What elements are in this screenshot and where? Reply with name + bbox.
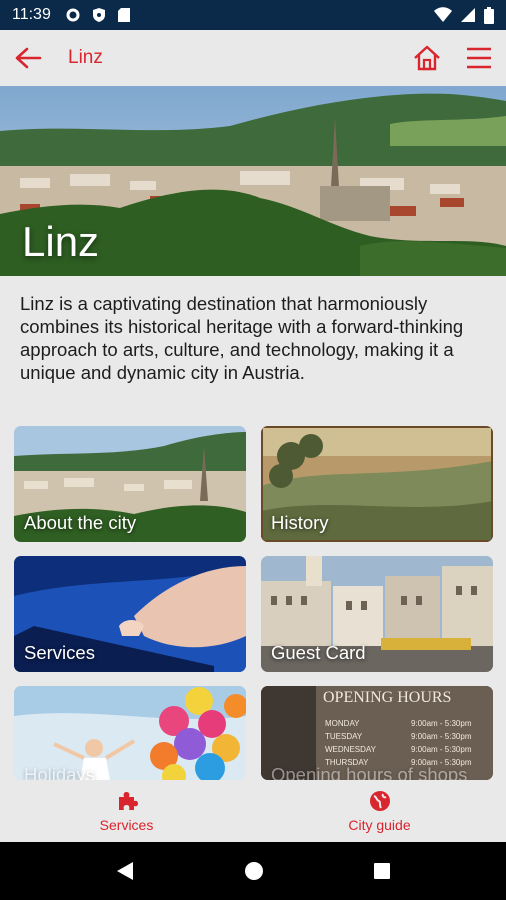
- sign-day: TUESDAY: [325, 732, 363, 741]
- signal-icon: [461, 8, 475, 22]
- system-navigation-bar: [0, 842, 506, 900]
- nav-services[interactable]: Services: [0, 780, 253, 842]
- tile-about-the-city[interactable]: About the city: [14, 426, 246, 542]
- tile-label: Guest Card: [271, 642, 366, 663]
- settings-icon: [66, 8, 80, 22]
- back-triangle-icon[interactable]: [115, 860, 135, 882]
- home-icon[interactable]: [412, 44, 442, 72]
- home-circle-icon[interactable]: [244, 861, 264, 881]
- intro-text: Linz is a captivating destination that h…: [20, 293, 464, 383]
- tile-services[interactable]: Services: [14, 556, 246, 672]
- status-bar: 11:39: [0, 0, 506, 30]
- tile-guest-card[interactable]: Guest Card: [261, 556, 493, 672]
- battery-icon: [484, 6, 494, 24]
- nav-services-label: Services: [99, 817, 154, 833]
- wifi-icon: [434, 7, 452, 22]
- globe-icon: [369, 791, 390, 811]
- nav-city-guide-label: City guide: [348, 817, 411, 833]
- sign-day: WEDNESDAY: [325, 745, 377, 754]
- sign-day: MONDAY: [325, 719, 360, 728]
- tile-opening-hours[interactable]: OPENING HOURS MONDAY 9:00am - 5:30pm TUE…: [261, 686, 493, 780]
- hero-image: Linz: [0, 86, 506, 276]
- tile-label: Holidays: [24, 764, 95, 780]
- sign-heading: OPENING HOURS: [323, 689, 451, 706]
- menu-icon[interactable]: [466, 47, 492, 69]
- nav-city-guide[interactable]: City guide: [253, 780, 506, 842]
- puzzle-icon: [118, 792, 138, 810]
- tile-label: Opening hours of shops: [271, 764, 468, 780]
- tile-label: About the city: [24, 512, 137, 533]
- back-arrow-icon[interactable]: [14, 46, 42, 70]
- tile-label: Services: [24, 642, 95, 663]
- tile-holidays[interactable]: Holidays: [14, 686, 246, 780]
- recents-square-icon[interactable]: [373, 862, 391, 880]
- sign-hours: 9:00am - 5:30pm: [411, 745, 472, 754]
- app-bar: Linz: [0, 30, 506, 86]
- shield-icon: [92, 8, 105, 22]
- sign-hours: 9:00am - 5:30pm: [411, 732, 472, 741]
- hero-title: Linz: [22, 218, 100, 265]
- sign-hours: 9:00am - 5:30pm: [411, 719, 472, 728]
- page-title: Linz: [68, 47, 103, 68]
- bottom-navigation: Services City guide: [0, 780, 506, 842]
- tile-history[interactable]: History: [261, 426, 493, 542]
- status-time: 11:39: [12, 6, 51, 23]
- tile-label: History: [271, 512, 329, 533]
- sd-card-icon: [117, 8, 130, 22]
